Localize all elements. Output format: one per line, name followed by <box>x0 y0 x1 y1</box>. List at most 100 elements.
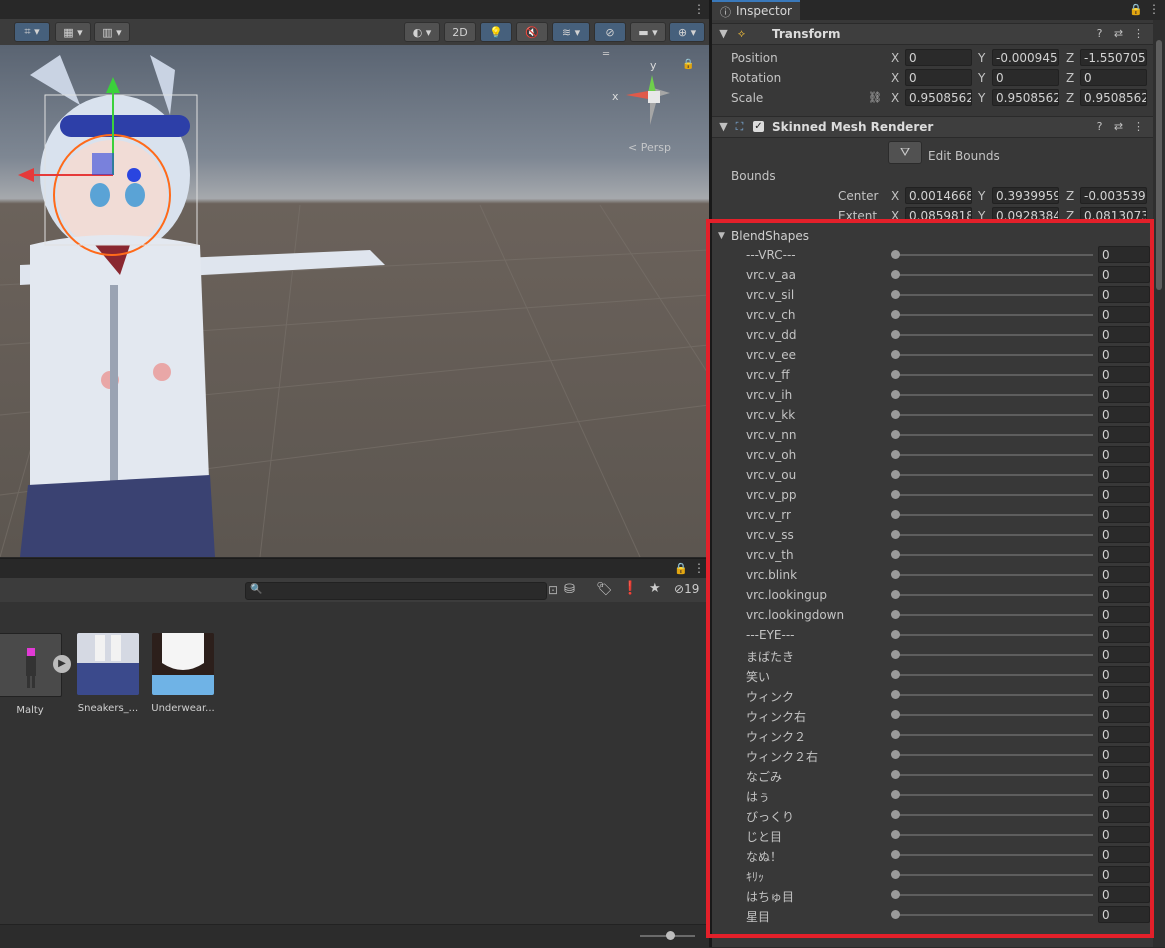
constrain-proportions-icon[interactable]: ⛓ <box>868 91 882 104</box>
blendshape-value-field[interactable]: 0 <box>1098 766 1150 783</box>
blendshape-slider-knob[interactable] <box>891 270 900 279</box>
asset-item-malty[interactable]: Malty <box>0 633 63 716</box>
foldout-arrow-icon[interactable]: ▼ <box>718 231 725 241</box>
shading-mode-dropdown[interactable]: ◐ ▾ <box>404 22 440 42</box>
blendshape-slider-track[interactable] <box>895 754 1093 756</box>
blendshape-slider-track[interactable] <box>895 774 1093 776</box>
blendshape-slider-track[interactable] <box>895 714 1093 716</box>
blendshape-slider-track[interactable] <box>895 354 1093 356</box>
blendshape-slider-knob[interactable] <box>891 650 900 659</box>
audio-toggle[interactable]: 🔇 <box>516 22 548 42</box>
blendshape-slider-knob[interactable] <box>891 430 900 439</box>
extent-y-field[interactable]: 0.0928384 <box>992 207 1059 224</box>
blendshape-slider-knob[interactable] <box>891 330 900 339</box>
blendshape-slider-track[interactable] <box>895 394 1093 396</box>
blendshape-slider-knob[interactable] <box>891 630 900 639</box>
gizmo-drag-handle-icon[interactable]: ═ <box>603 49 609 60</box>
favorite-star-icon[interactable]: ★ <box>649 581 661 596</box>
blendshape-slider-track[interactable] <box>895 434 1093 436</box>
lock-icon[interactable]: 🔒 <box>682 59 694 70</box>
blendshape-value-field[interactable]: 0 <box>1098 266 1150 283</box>
blendshape-slider-track[interactable] <box>895 574 1093 576</box>
blendshape-slider-knob[interactable] <box>891 390 900 399</box>
axis-y-label[interactable]: Y <box>978 51 985 65</box>
blendshape-slider-knob[interactable] <box>891 830 900 839</box>
mode-2d-button[interactable]: 2D <box>444 22 476 42</box>
enabled-checkbox[interactable]: ✓ <box>753 121 764 132</box>
blendshape-value-field[interactable]: 0 <box>1098 586 1150 603</box>
blendshape-slider-track[interactable] <box>895 254 1093 256</box>
rotation-x-field[interactable]: 0 <box>905 69 972 86</box>
blendshape-value-field[interactable]: 0 <box>1098 246 1150 263</box>
scale-y-field[interactable]: 0.9508562 <box>992 89 1059 106</box>
blendshape-value-field[interactable]: 0 <box>1098 826 1150 843</box>
blendshape-slider-track[interactable] <box>895 734 1093 736</box>
blendshape-slider-knob[interactable] <box>891 710 900 719</box>
scale-x-field[interactable]: 0.9508562 <box>905 89 972 106</box>
blendshape-slider-track[interactable] <box>895 374 1093 376</box>
blendshape-value-field[interactable]: 0 <box>1098 506 1150 523</box>
extent-x-field[interactable]: 0.0859818 <box>905 207 972 224</box>
blendshape-slider-knob[interactable] <box>891 770 900 779</box>
position-y-field[interactable]: -0.000945 <box>992 49 1059 66</box>
blendshape-slider-track[interactable] <box>895 794 1093 796</box>
center-z-field[interactable]: -0.003539 <box>1080 187 1147 204</box>
blendshape-value-field[interactable]: 0 <box>1098 846 1150 863</box>
blendshape-value-field[interactable]: 0 <box>1098 666 1150 683</box>
blendshape-slider-knob[interactable] <box>891 490 900 499</box>
camera-dropdown[interactable]: ▬ ▾ <box>630 22 666 42</box>
blendshape-slider-track[interactable] <box>895 454 1093 456</box>
blendshape-slider-track[interactable] <box>895 554 1093 556</box>
blendshape-slider-track[interactable] <box>895 834 1093 836</box>
component-menu-icon[interactable]: ⋮ <box>1133 121 1144 132</box>
blendshape-slider-knob[interactable] <box>891 290 900 299</box>
asset-item-sneakers[interactable]: Sneakers_... <box>75 633 141 714</box>
blendshape-value-field[interactable]: 0 <box>1098 446 1150 463</box>
blendshape-slider-knob[interactable] <box>891 750 900 759</box>
blendshape-slider-knob[interactable] <box>891 310 900 319</box>
blendshape-slider-knob[interactable] <box>891 790 900 799</box>
increment-snap-dropdown[interactable]: ▥ ▾ <box>94 22 130 42</box>
project-menu-icon[interactable]: ⋮ <box>693 561 705 575</box>
axis-z-label[interactable]: Z <box>1066 209 1074 223</box>
rotation-y-field[interactable]: 0 <box>992 69 1059 86</box>
blendshape-value-field[interactable]: 0 <box>1098 326 1150 343</box>
blendshape-slider-knob[interactable] <box>891 350 900 359</box>
transform-header[interactable]: ▼ ⟡ Transform ? ⇄ ⋮ <box>712 23 1153 45</box>
axis-z-label[interactable]: Z <box>1066 91 1074 105</box>
blendshape-value-field[interactable]: 0 <box>1098 366 1150 383</box>
blendshape-value-field[interactable]: 0 <box>1098 646 1150 663</box>
filter-by-label-icon[interactable]: 🏷 <box>596 582 613 597</box>
presets-icon[interactable]: ⇄ <box>1113 121 1124 132</box>
position-x-field[interactable]: 0 <box>905 49 972 66</box>
foldout-arrow-icon[interactable]: ▼ <box>718 28 729 39</box>
blendshape-slider-track[interactable] <box>895 694 1093 696</box>
blendshape-slider-knob[interactable] <box>891 610 900 619</box>
blendshape-slider-knob[interactable] <box>891 870 900 879</box>
blendshape-slider-track[interactable] <box>895 674 1093 676</box>
blendshape-slider-track[interactable] <box>895 314 1093 316</box>
blendshape-value-field[interactable]: 0 <box>1098 786 1150 803</box>
axis-x-label[interactable]: X <box>891 71 899 85</box>
blendshape-slider-knob[interactable] <box>891 910 900 919</box>
orientation-gizmo[interactable]: y x <box>600 55 690 135</box>
blendshape-value-field[interactable]: 0 <box>1098 286 1150 303</box>
component-menu-icon[interactable]: ⋮ <box>1133 28 1144 39</box>
blendshape-slider-track[interactable] <box>895 514 1093 516</box>
blendshape-value-field[interactable]: 0 <box>1098 466 1150 483</box>
blendshape-value-field[interactable]: 0 <box>1098 726 1150 743</box>
blendshapes-title[interactable]: BlendShapes <box>731 229 809 243</box>
blendshape-value-field[interactable]: 0 <box>1098 866 1150 883</box>
blendshape-slider-track[interactable] <box>895 654 1093 656</box>
project-search-input[interactable]: 🔍 ⊡ <box>245 582 558 600</box>
blendshape-value-field[interactable]: 0 <box>1098 486 1150 503</box>
blendshape-slider-knob[interactable] <box>891 450 900 459</box>
hidden-packages-toggle[interactable]: ⊘19 <box>674 582 699 596</box>
blendshape-value-field[interactable]: 0 <box>1098 626 1150 643</box>
blendshape-slider-knob[interactable] <box>891 250 900 259</box>
lock-icon[interactable]: 🔒 <box>1129 3 1143 16</box>
axis-x-label[interactable]: X <box>891 189 899 203</box>
axis-z-label[interactable]: Z <box>1066 189 1074 203</box>
blendshape-value-field[interactable]: 0 <box>1098 906 1150 923</box>
foldout-arrow-icon[interactable]: ▼ <box>718 121 729 132</box>
